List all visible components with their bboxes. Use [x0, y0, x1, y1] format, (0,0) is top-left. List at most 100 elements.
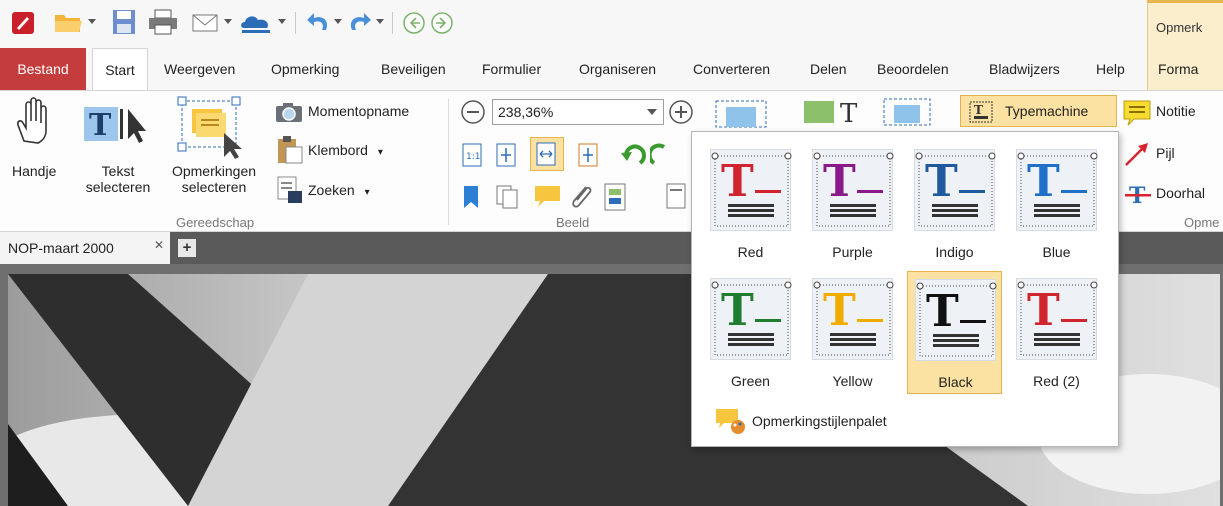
fit-page-icon[interactable]	[496, 143, 518, 167]
comments-panel-icon[interactable]	[534, 185, 562, 209]
svg-text:T: T	[974, 103, 983, 117]
layers-icon[interactable]	[604, 183, 628, 211]
clipboard-button[interactable]: Klembord ▾	[308, 142, 383, 158]
fit-visible-icon[interactable]	[578, 143, 600, 167]
attachment-icon[interactable]	[568, 183, 594, 211]
chevron-down-icon[interactable]	[88, 19, 96, 25]
style-tile-label: Black	[938, 374, 973, 390]
svg-text:T: T	[823, 156, 856, 207]
style-tile[interactable]: T Yellow	[805, 271, 900, 394]
tab-convert[interactable]: Converteren	[693, 48, 770, 90]
typewriter-style-icon: T	[711, 152, 792, 227]
comment-style-palette-label: Opmerkingstijlenpalet	[752, 413, 887, 429]
chevron-down-icon[interactable]	[334, 19, 342, 25]
tab-start[interactable]: Start	[92, 48, 148, 91]
comment-style-palette-button[interactable]: Opmerkingstijlenpalet	[714, 407, 1014, 435]
select-comments-label[interactable]: Opmerkingen selecteren	[160, 163, 268, 195]
fit-width-button[interactable]	[530, 137, 564, 171]
tab-bookmarks[interactable]: Bladwijzers	[989, 48, 1060, 90]
app-logo-icon	[12, 12, 34, 34]
style-preview: T	[812, 278, 894, 360]
add-text-image-icon[interactable]: T	[802, 97, 872, 127]
note-icon[interactable]	[1122, 99, 1154, 127]
new-tab-button[interactable]: +	[178, 239, 196, 257]
back-arrow-icon[interactable]	[402, 11, 426, 35]
close-icon[interactable]: ✕	[154, 238, 164, 252]
svg-text:T: T	[840, 99, 858, 127]
typewriter-icon: T	[969, 101, 993, 123]
redo-icon[interactable]	[346, 10, 372, 34]
tab-format[interactable]: Forma	[1147, 48, 1223, 90]
properties-icon[interactable]	[666, 183, 688, 211]
document-tab[interactable]: NOP-maart 2000 ✕	[0, 232, 170, 264]
tab-review[interactable]: Beoordelen	[877, 48, 949, 90]
email-icon[interactable]	[192, 12, 220, 34]
svg-text:T: T	[89, 108, 112, 143]
image-tool-icon[interactable]	[880, 95, 940, 129]
select-comments-icon[interactable]	[176, 95, 248, 159]
actual-size-icon[interactable]: 1:1	[462, 143, 484, 167]
strikeout-icon[interactable]: T	[1124, 181, 1152, 207]
select-text-label[interactable]: Tekst selecteren	[76, 163, 160, 195]
tab-comment[interactable]: Opmerking	[271, 48, 339, 90]
undo-icon[interactable]	[306, 10, 332, 34]
clipboard-icon[interactable]	[276, 135, 304, 165]
tab-organize[interactable]: Organiseren	[579, 48, 656, 90]
tab-file[interactable]: Bestand	[0, 48, 86, 90]
style-tile[interactable]: T Red	[703, 142, 798, 265]
search-button[interactable]: Zoeken ▾	[308, 182, 370, 198]
hand-tool-icon[interactable]	[12, 97, 56, 149]
style-tile[interactable]: T Blue	[1009, 142, 1104, 265]
svg-text:T: T	[823, 285, 856, 336]
style-tile-label: Yellow	[832, 373, 873, 389]
style-preview: T	[710, 278, 792, 360]
chevron-down-icon[interactable]	[647, 109, 657, 115]
search-label: Zoeken	[308, 182, 355, 198]
tab-view[interactable]: Weergeven	[164, 48, 235, 90]
chevron-down-icon: ▾	[377, 147, 383, 158]
forward-arrow-icon[interactable]	[430, 11, 454, 35]
typewriter-style-icon: T	[915, 152, 996, 227]
save-icon[interactable]	[112, 9, 136, 35]
hand-tool-label[interactable]: Handje	[12, 163, 56, 179]
typewriter-button[interactable]: T Typemachine	[960, 95, 1117, 127]
image-annotation-icon[interactable]	[712, 97, 772, 131]
arrow-button[interactable]: Pijl	[1156, 145, 1175, 161]
cloud-upload-icon[interactable]	[240, 12, 274, 34]
chevron-down-icon[interactable]	[278, 19, 286, 25]
style-preview: T	[812, 149, 894, 231]
document-tab-title: NOP-maart 2000	[8, 240, 114, 256]
print-icon[interactable]	[148, 9, 178, 35]
bookmark-icon[interactable]	[462, 185, 480, 209]
open-folder-icon[interactable]	[54, 10, 84, 34]
tab-form[interactable]: Formulier	[482, 48, 541, 90]
tab-share[interactable]: Delen	[810, 48, 847, 90]
zoom-level-value: 238,36%	[498, 104, 554, 120]
snapshot-button[interactable]: Momentopname	[308, 103, 409, 119]
zoom-level-input[interactable]: 238,36%	[492, 99, 664, 125]
chevron-down-icon[interactable]	[224, 19, 232, 25]
zoom-out-icon[interactable]	[460, 99, 486, 125]
note-button[interactable]: Notitie	[1156, 103, 1196, 119]
strikeout-button[interactable]: Doorhal	[1156, 185, 1205, 201]
find-icon[interactable]	[276, 175, 304, 205]
style-tile[interactable]: T Green	[703, 271, 798, 394]
camera-icon[interactable]	[274, 101, 304, 123]
pages-icon[interactable]	[496, 185, 520, 209]
svg-text:T: T	[1027, 156, 1060, 207]
style-preview: T	[1016, 278, 1098, 360]
palette-icon	[716, 409, 745, 434]
tab-help[interactable]: Help	[1096, 48, 1125, 90]
select-text-icon[interactable]: T	[82, 105, 154, 145]
style-tile[interactable]: T Purple	[805, 142, 900, 265]
rotate-left-icon[interactable]	[620, 143, 646, 169]
rotate-right-icon[interactable]	[650, 143, 668, 169]
tab-protect[interactable]: Beveiligen	[381, 48, 446, 90]
zoom-in-icon[interactable]	[668, 99, 694, 125]
style-tile[interactable]: T Indigo	[907, 142, 1002, 265]
chevron-down-icon[interactable]	[376, 19, 384, 25]
style-tile[interactable]: T Red (2)	[1009, 271, 1104, 394]
arrow-tool-icon[interactable]	[1124, 141, 1152, 167]
style-tile-label: Green	[731, 373, 770, 389]
style-tile[interactable]: T Black	[907, 271, 1002, 394]
